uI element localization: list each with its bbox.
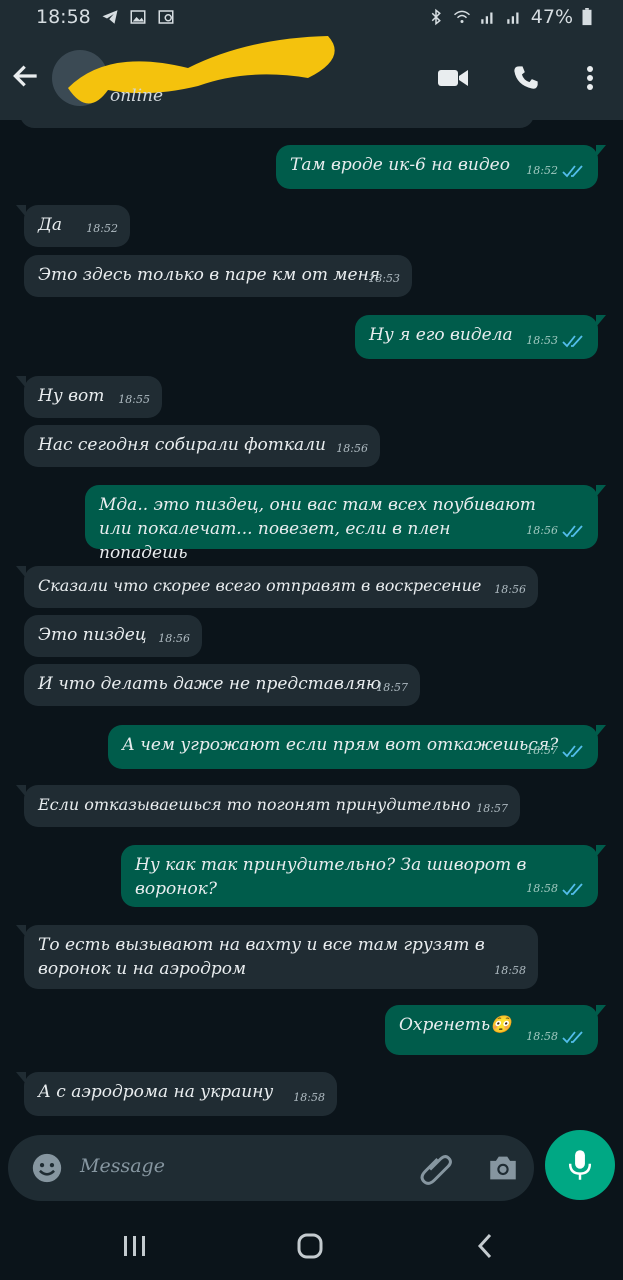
message-text: Сказали что скорее всего отправят в воск… bbox=[38, 576, 482, 595]
message-text: Там вроде ик-6 на видео bbox=[290, 155, 510, 175]
message-bubble-in[interactable]: Сказали что скорее всего отправят в воск… bbox=[16, 566, 538, 608]
read-ticks-icon bbox=[562, 165, 583, 178]
paperclip-icon[interactable] bbox=[418, 1149, 454, 1187]
message-bubble-out[interactable]: Ну как так принудительно? За шиворот в в… bbox=[121, 845, 606, 907]
home-icon bbox=[297, 1233, 323, 1259]
message-time: 18:58 bbox=[293, 1091, 325, 1104]
bluetooth-icon bbox=[431, 8, 441, 26]
message-bubble-out[interactable]: Ну я его видела 18:53 bbox=[355, 315, 606, 359]
message-time: 18:52 bbox=[86, 222, 118, 235]
message-text: Охренеть😳 bbox=[399, 1015, 512, 1035]
redaction-scribble bbox=[68, 36, 335, 104]
read-ticks-icon bbox=[562, 883, 583, 896]
message-time: 18:55 bbox=[118, 393, 150, 406]
message-text: Да bbox=[38, 215, 62, 235]
message-bubble-in[interactable]: И что делать даже не представляю 18:57 bbox=[24, 664, 420, 706]
message-text: Это пиздец bbox=[38, 625, 147, 645]
message-meta: 18:52 bbox=[526, 159, 586, 183]
message-time: 18:58 bbox=[526, 882, 558, 895]
battery-percent: 47% bbox=[530, 6, 573, 28]
message-text: Мда.. это пиздец, они вас там всех поуби… bbox=[99, 495, 536, 563]
message-meta: 18:57 bbox=[526, 739, 586, 763]
chat-area[interactable]: Там вроде ик-6 на видео 18:52 Да 18:52 Э… bbox=[0, 120, 623, 1135]
message-time: 18:58 bbox=[526, 1030, 558, 1043]
message-text: То есть вызывают на вахту и все там груз… bbox=[38, 935, 485, 979]
message-bubble-partial[interactable] bbox=[20, 120, 534, 128]
signal-icon bbox=[481, 12, 493, 24]
message-placeholder: Message bbox=[80, 1155, 165, 1177]
message-time: 18:56 bbox=[336, 442, 368, 455]
home-button[interactable] bbox=[290, 1230, 330, 1262]
signal-icon-2 bbox=[507, 12, 519, 24]
gallery-icon bbox=[130, 10, 146, 24]
message-bubble-out[interactable]: Охренеть😳 18:58 bbox=[385, 1005, 606, 1055]
message-text: Нас сегодня собирали фоткали bbox=[38, 435, 326, 455]
camera-icon[interactable] bbox=[486, 1151, 520, 1185]
chat-header: online bbox=[0, 36, 623, 120]
message-bubble-in[interactable]: А с аэродрома на украину 18:58 bbox=[16, 1072, 337, 1116]
message-text: Если отказываешься то погонят принудител… bbox=[38, 795, 471, 814]
recent-apps-button[interactable] bbox=[115, 1230, 155, 1262]
wifi-icon bbox=[453, 10, 470, 23]
message-bubble-in[interactable]: Если отказываешься то погонят принудител… bbox=[16, 785, 520, 827]
message-time: 18:53 bbox=[526, 334, 558, 347]
message-bubble-in[interactable]: Да 18:52 bbox=[16, 205, 130, 247]
battery-icon bbox=[582, 8, 592, 26]
message-text: Ну я его видела bbox=[369, 325, 513, 345]
read-ticks-icon bbox=[562, 335, 583, 348]
recent-apps-icon bbox=[124, 1236, 145, 1256]
message-time: 18:56 bbox=[494, 583, 526, 596]
message-time: 18:58 bbox=[494, 964, 526, 977]
message-meta: 18:56 bbox=[526, 519, 586, 543]
video-camera-icon bbox=[438, 70, 468, 86]
more-vertical-icon bbox=[587, 66, 593, 90]
message-bubble-out[interactable]: А чем угрожают если прям вот откажешься?… bbox=[108, 725, 606, 769]
message-bubble-in[interactable]: Это пиздец 18:56 bbox=[24, 615, 202, 657]
message-bubble-in[interactable]: Это здесь только в паре км от меня 18:53 bbox=[24, 255, 412, 297]
message-meta: 18:58 bbox=[526, 1025, 586, 1049]
composer-bar: Message bbox=[0, 1130, 623, 1210]
telegram-icon bbox=[102, 10, 118, 24]
message-text: А чем угрожают если прям вот откажешься? bbox=[122, 735, 559, 755]
message-time: 18:57 bbox=[376, 681, 408, 694]
message-meta: 18:53 bbox=[526, 329, 586, 353]
back-chevron-icon bbox=[477, 1233, 492, 1259]
back-button[interactable] bbox=[465, 1230, 505, 1262]
settings-image-icon bbox=[158, 10, 174, 24]
message-text: Ну вот bbox=[38, 386, 105, 406]
message-text: Ну как так принудительно? За шиворот в в… bbox=[135, 855, 527, 899]
message-text: И что делать даже не представляю bbox=[38, 674, 381, 694]
message-time: 18:56 bbox=[158, 632, 190, 645]
message-bubble-in[interactable]: Ну вот 18:55 bbox=[16, 376, 162, 418]
status-time: 18:58 bbox=[36, 6, 91, 28]
read-ticks-icon bbox=[562, 525, 583, 538]
message-time: 18:56 bbox=[526, 524, 558, 537]
emoji-icon[interactable] bbox=[30, 1151, 64, 1185]
back-arrow-icon[interactable] bbox=[10, 60, 42, 92]
read-ticks-icon bbox=[562, 745, 583, 758]
message-text: Это здесь только в паре км от меня bbox=[38, 265, 381, 285]
system-nav-bar bbox=[0, 1210, 623, 1280]
contact-status: online bbox=[110, 86, 164, 106]
voice-record-button[interactable] bbox=[545, 1130, 615, 1200]
message-time: 18:57 bbox=[526, 744, 558, 757]
phone-icon bbox=[514, 66, 538, 89]
message-time: 18:57 bbox=[476, 802, 508, 815]
message-time: 18:53 bbox=[368, 272, 400, 285]
video-call-button[interactable] bbox=[433, 58, 473, 98]
message-time: 18:52 bbox=[526, 164, 558, 177]
microphone-icon bbox=[568, 1150, 592, 1180]
voice-call-button[interactable] bbox=[506, 58, 546, 98]
more-options-button[interactable] bbox=[570, 58, 610, 98]
message-meta: 18:58 bbox=[526, 877, 586, 901]
message-bubble-in[interactable]: Нас сегодня собирали фоткали 18:56 bbox=[24, 425, 380, 467]
message-bubble-out[interactable]: Там вроде ик-6 на видео 18:52 bbox=[276, 145, 606, 189]
message-input[interactable]: Message bbox=[8, 1135, 534, 1201]
read-ticks-icon bbox=[562, 1031, 583, 1044]
message-bubble-out[interactable]: Мда.. это пиздец, они вас там всех поуби… bbox=[85, 485, 606, 563]
message-text: А с аэродрома на украину bbox=[38, 1082, 274, 1102]
message-bubble-in[interactable]: То есть вызывают на вахту и все там груз… bbox=[16, 925, 538, 989]
